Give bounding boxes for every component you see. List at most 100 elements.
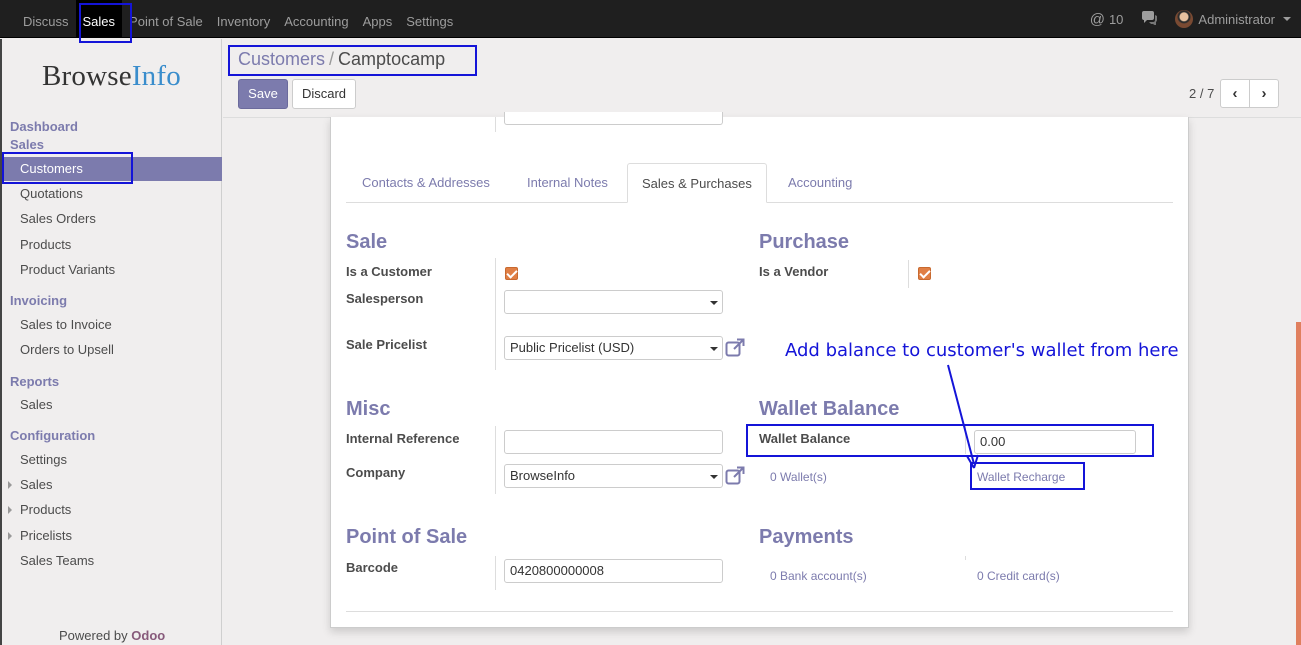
tab-internal-notes[interactable]: Internal Notes (513, 163, 622, 203)
tab-sales-purchases[interactable]: Sales & Purchases (627, 163, 767, 203)
sidebar-section-configuration: Configuration (10, 428, 96, 443)
external-link-icon[interactable] (725, 466, 745, 486)
credit-cards-smart-button[interactable]: 0 Credit card(s) (977, 569, 1060, 583)
bank-accounts-smart-button[interactable]: 0 Bank account(s) (770, 569, 867, 583)
user-name: Administrator (1198, 11, 1275, 27)
sidebar-item-label: Pricelists (20, 528, 73, 543)
logo-text-2: Info (131, 60, 181, 92)
purchase-group-title: Purchase (759, 231, 850, 253)
field-divider (495, 117, 496, 132)
company-select[interactable]: BrowseInfo (504, 464, 723, 488)
sidebar-item-settings[interactable]: Settings (2, 448, 222, 472)
is-vendor-label: Is a Vendor (759, 264, 829, 279)
powered-by-label: Powered by (59, 628, 128, 643)
at-icon: @ (1089, 10, 1105, 28)
sidebar-item-quotations[interactable]: Quotations (2, 182, 222, 206)
sidebar-section-dashboard[interactable]: Dashboard (10, 119, 78, 134)
caret-down-icon (710, 301, 718, 305)
expand-arrow-icon (8, 532, 12, 540)
cropped-field[interactable] (504, 112, 723, 125)
logo-text-1: Browse (42, 60, 132, 92)
misc-group-title: Misc (346, 398, 391, 420)
menu-accounting[interactable]: Accounting (277, 0, 355, 38)
sidebar-item-sales-to-invoice[interactable]: Sales to Invoice (2, 313, 222, 337)
field-divider (965, 556, 966, 560)
sidebar-item-label: Sales (20, 477, 53, 492)
mentions-count: 10 (1108, 11, 1124, 27)
odoo-link[interactable]: Odoo (131, 628, 165, 643)
scrollbar[interactable] (1296, 322, 1301, 645)
pager-next-button[interactable]: › (1249, 79, 1279, 108)
sale-pricelist-value: Public Pricelist (USD) (510, 340, 635, 355)
sidebar-item-products[interactable]: Products (2, 233, 222, 257)
wallet-group-title: Wallet Balance (759, 398, 900, 420)
wallets-smart-button[interactable]: 0 Wallet(s) (770, 470, 827, 484)
pager-previous-button[interactable]: ‹ (1220, 79, 1250, 108)
powered-by: Powered by Odoo (59, 628, 165, 643)
field-divider (495, 556, 496, 590)
external-link-icon[interactable] (725, 338, 745, 358)
sidebar-item-config-products[interactable]: Products (2, 498, 222, 522)
annotation-text: Add balance to customer's wallet from he… (785, 340, 1179, 361)
menu-settings[interactable]: Settings (399, 0, 460, 38)
caret-down-icon (710, 347, 718, 351)
company-label: Company (346, 465, 406, 480)
company-logo: BrowseInfo (42, 60, 181, 93)
sidebar-item-label: Products (20, 502, 72, 517)
barcode-input[interactable]: 0420800000008 (504, 559, 723, 583)
is-customer-checkbox[interactable] (505, 267, 518, 280)
sidebar-section-invoicing: Invoicing (10, 293, 68, 308)
pos-group-title: Point of Sale (346, 526, 468, 548)
chevron-left-icon: ‹ (1232, 85, 1238, 102)
top-navbar: Discuss Sales Point of Sale Inventory Ac… (0, 0, 1301, 38)
annotation-box-customers (2, 152, 133, 184)
menu-point-of-sale[interactable]: Point of Sale (122, 0, 210, 38)
sale-pricelist-label: Sale Pricelist (346, 337, 427, 352)
sidebar-item-config-sales[interactable]: Sales (2, 473, 222, 497)
field-divider (908, 260, 909, 288)
is-vendor-checkbox[interactable] (918, 267, 931, 280)
sale-group-title: Sale (346, 231, 388, 253)
salesperson-select[interactable] (504, 290, 723, 314)
payments-group-title: Payments (759, 526, 854, 548)
menu-inventory[interactable]: Inventory (210, 0, 277, 38)
caret-down-icon (710, 475, 718, 479)
sheet-bottom-divider (346, 611, 1173, 612)
company-value: BrowseInfo (510, 468, 576, 483)
field-divider (495, 426, 496, 494)
caret-down-icon (1283, 17, 1291, 21)
discard-button[interactable]: Discard (292, 79, 356, 109)
save-button[interactable]: Save (238, 79, 288, 109)
annotation-box-sales-menu (79, 3, 132, 43)
sidebar-section-reports: Reports (10, 374, 60, 389)
is-customer-label: Is a Customer (346, 264, 432, 279)
systray: @ 10 Administrator (1090, 0, 1291, 38)
sidebar-item-sales-teams[interactable]: Sales Teams (2, 549, 222, 573)
sale-pricelist-select[interactable]: Public Pricelist (USD) (504, 336, 723, 360)
pager-value[interactable]: 2 / 7 (1189, 86, 1214, 101)
salesperson-label: Salesperson (346, 291, 424, 306)
sidebar-item-pricelists[interactable]: Pricelists (2, 524, 222, 548)
expand-arrow-icon (8, 506, 12, 514)
sidebar: BrowseInfo Dashboard Sales Customers Quo… (0, 39, 222, 645)
expand-arrow-icon (8, 481, 12, 489)
internal-reference-label: Internal Reference (346, 431, 460, 446)
sidebar-section-sales: Sales (10, 137, 44, 152)
sidebar-item-orders-to-upsell[interactable]: Orders to Upsell (2, 338, 222, 362)
annotation-box-breadcrumb (228, 45, 477, 76)
avatar (1175, 10, 1194, 28)
annotation-box-wallet-recharge (970, 462, 1085, 490)
sidebar-item-sales-orders[interactable]: Sales Orders (2, 207, 222, 231)
tab-contacts-addresses[interactable]: Contacts & Addresses (348, 163, 504, 203)
sidebar-item-product-variants[interactable]: Product Variants (2, 258, 222, 282)
chevron-right-icon: › (1261, 85, 1267, 102)
user-menu[interactable]: Administrator (1175, 10, 1291, 28)
menu-apps[interactable]: Apps (356, 0, 400, 38)
internal-reference-input[interactable] (504, 430, 723, 454)
sidebar-item-reports-sales[interactable]: Sales (2, 393, 222, 417)
tab-accounting[interactable]: Accounting (774, 163, 866, 203)
menu-discuss[interactable]: Discuss (16, 0, 76, 38)
field-divider (495, 258, 496, 370)
chat-icon[interactable] (1141, 10, 1158, 28)
mentions-button[interactable]: @ 10 (1090, 11, 1124, 28)
